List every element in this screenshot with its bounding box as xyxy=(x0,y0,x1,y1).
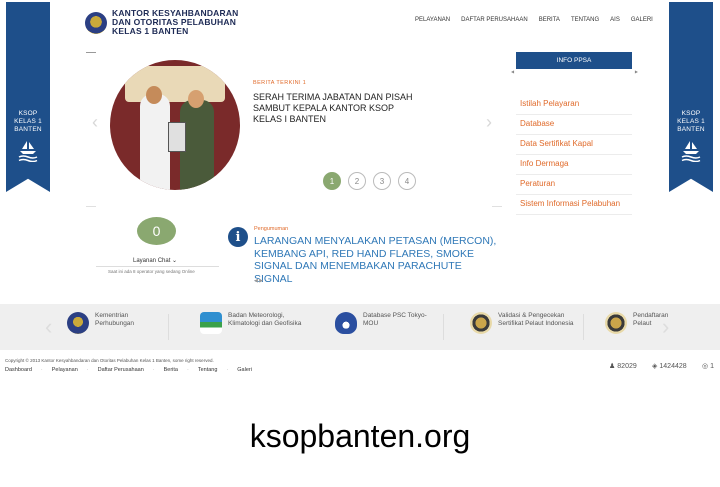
divider xyxy=(443,314,444,340)
slider-page-3[interactable]: 3 xyxy=(373,172,391,190)
ribbon-line2: KELAS 1 xyxy=(677,118,705,125)
bmkg-logo-icon xyxy=(200,312,222,334)
footer-nav: Dashboard · Pelayanan · Daftar Perusahaan ·… xyxy=(5,367,252,373)
news-kicker: BERITA TERKINI 1 xyxy=(253,80,307,86)
partner-name: Kementrian Perhubungan xyxy=(95,312,135,327)
site-title: KANTOR KESYAHBANDARAN DAN OTORITAS PELAB… xyxy=(112,9,239,36)
announcement-title[interactable]: LARANGAN MENYALAKAN PETASAN (MERCON), KE… xyxy=(254,235,499,285)
footer-link-pelayanan[interactable]: Pelayanan xyxy=(52,367,78,373)
ribbon-text: KSOP KELAS 1 BANTEN xyxy=(669,110,713,134)
ribbon-line1: KSOP xyxy=(18,110,38,117)
main-nav: PELAYANAN DAFTAR PERUSAHAAN BERITA TENTA… xyxy=(415,17,653,23)
partner-bmkg[interactable]: Badan Meteorologi, Klimatologi dan Geofi… xyxy=(200,312,308,334)
ribbon-line3: BANTEN xyxy=(14,126,42,133)
partners-prev-arrow[interactable]: ‹ xyxy=(45,314,52,340)
kemenhub-logo-icon xyxy=(67,312,89,334)
website-screenshot: KSOP KELAS 1 BANTEN KSOP KELAS 1 BANTEN … xyxy=(0,0,720,403)
info-link-dermaga[interactable]: Info Dermaga xyxy=(516,155,632,175)
info-ppsa-header: INFO PPSA xyxy=(516,52,632,69)
footer-link-berita[interactable]: Berita xyxy=(164,367,178,373)
ministry-emblem-icon xyxy=(85,11,107,34)
visitor-stat: ♟ 82029 xyxy=(609,362,637,371)
partner-name: Pendaftaran Pelaut xyxy=(633,312,669,327)
slider-next-arrow[interactable]: › xyxy=(486,112,492,133)
seafarer-emblem-icon xyxy=(605,312,627,334)
pageview-count: 1424428 xyxy=(659,362,687,370)
pageview-stat: ◈ 1424428 xyxy=(652,362,687,371)
partners-next-arrow[interactable]: › xyxy=(662,314,669,340)
ksop-ribbon-right[interactable]: KSOP KELAS 1 BANTEN xyxy=(669,2,713,192)
info-prev-icon[interactable]: ◀ xyxy=(511,69,514,74)
chat-label: Layanan Chat xyxy=(133,258,171,264)
info-link-sistem-informasi[interactable]: Sistem Informasi Pelabuhan xyxy=(516,195,632,215)
slider-page-1[interactable]: 1 xyxy=(323,172,341,190)
user-icon: ♟ xyxy=(609,363,616,370)
info-next-icon[interactable]: ▶ xyxy=(635,69,638,74)
footer-link-tentang[interactable]: Tentang xyxy=(198,367,218,373)
nav-tentang[interactable]: TENTANG xyxy=(571,17,599,23)
info-link-peraturan[interactable]: Peraturan xyxy=(516,175,632,195)
slider-prev-arrow[interactable]: ‹ xyxy=(92,112,98,133)
chat-status: Saat ini ada 8 operator yang sedang Onli… xyxy=(108,269,195,274)
partner-name: Validasi & Pengecekan Sertifikat Pelaut … xyxy=(498,312,574,327)
ribbon-line3: BANTEN xyxy=(677,126,705,133)
divider xyxy=(86,52,96,53)
online-icon: ◎ xyxy=(702,363,709,370)
info-link-database[interactable]: Database xyxy=(516,115,632,135)
partner-pendaftaran-pelaut[interactable]: Pendaftaran Pelaut xyxy=(605,312,669,334)
partner-kemenhub[interactable]: Kementrian Perhubungan xyxy=(67,312,153,334)
site-logo[interactable]: KANTOR KESYAHBANDARAN DAN OTORITAS PELAB… xyxy=(85,9,239,36)
slider-page-2[interactable]: 2 xyxy=(348,172,366,190)
divider xyxy=(168,314,169,340)
ribbon-line1: KSOP xyxy=(681,110,701,117)
ship-wave-icon xyxy=(18,141,38,162)
partner-tokyo-mou[interactable]: Database PSC Tokyo-MOU xyxy=(335,312,433,334)
footer-link-galeri[interactable]: Galeri xyxy=(237,367,252,373)
partner-name: Badan Meteorologi, Klimatologi dan Geofi… xyxy=(228,312,302,327)
ribbon-line2: KELAS 1 xyxy=(14,118,42,125)
eye-icon: ◈ xyxy=(652,363,658,370)
partners-bar: ‹ Kementrian Perhubungan Badan Meteorolo… xyxy=(0,304,720,350)
partner-validasi-pelaut[interactable]: Validasi & Pengecekan Sertifikat Pelaut … xyxy=(470,312,578,334)
footer-link-dashboard[interactable]: Dashboard xyxy=(5,367,32,373)
divider xyxy=(86,206,96,207)
nav-galeri[interactable]: GALERI xyxy=(631,17,653,23)
ribbon-text: KSOP KELAS 1 BANTEN xyxy=(6,110,50,134)
info-icon: i xyxy=(228,227,248,247)
chat-count: 0 xyxy=(152,223,161,239)
announcement-nav-arrows[interactable]: ◀ ▶ xyxy=(254,278,263,284)
ksop-ribbon-left[interactable]: KSOP KELAS 1 BANTEN xyxy=(6,2,50,192)
slider-page-4[interactable]: 4 xyxy=(398,172,416,190)
divider xyxy=(96,266,219,267)
copyright-text: Copyright © 2013 Kantor Kesyahbandaran d… xyxy=(5,358,214,363)
news-headline[interactable]: SERAH TERIMA JABATAN DAN PISAH SAMBUT KE… xyxy=(253,92,423,125)
partner-name: Database PSC Tokyo-MOU xyxy=(363,312,427,327)
domain-caption: ksopbanten.org xyxy=(249,418,471,454)
nav-berita[interactable]: BERITA xyxy=(539,17,560,23)
chevron-down-icon: ⌄ xyxy=(172,258,178,264)
tokyo-mou-logo-icon xyxy=(335,312,357,334)
slider-pagination: 1 2 3 4 xyxy=(323,172,416,190)
nav-daftar-perusahaan[interactable]: DAFTAR PERUSAHAAN xyxy=(461,17,528,23)
seafarer-emblem-icon xyxy=(470,312,492,334)
nav-ais[interactable]: AIS xyxy=(610,17,620,23)
ship-wave-icon xyxy=(681,141,701,162)
info-link-istilah[interactable]: Istilah Pelayaran xyxy=(516,95,632,115)
chat-bubble-icon[interactable]: 0 xyxy=(137,217,176,245)
chat-toggle[interactable]: Layanan Chat ⌄ xyxy=(133,257,177,264)
info-arrows: ◀ ▶ xyxy=(511,69,638,74)
news-photo[interactable] xyxy=(110,60,240,190)
info-ppsa-list: Istilah Pelayaran Database Data Sertifik… xyxy=(516,95,632,215)
footer-link-daftar-perusahaan[interactable]: Daftar Perusahaan xyxy=(98,367,144,373)
info-link-sertifikat-kapal[interactable]: Data Sertifikat Kapal xyxy=(516,135,632,155)
site-title-line3: KELAS 1 BANTEN xyxy=(112,26,189,36)
nav-pelayanan[interactable]: PELAYANAN xyxy=(415,17,450,23)
divider xyxy=(492,206,502,207)
announcement-kicker: Pengumuman xyxy=(254,226,289,232)
visitor-count: 82029 xyxy=(617,362,637,370)
online-stat: ◎ 1 xyxy=(702,362,715,371)
online-count: 1 xyxy=(710,362,715,370)
divider xyxy=(583,314,584,340)
